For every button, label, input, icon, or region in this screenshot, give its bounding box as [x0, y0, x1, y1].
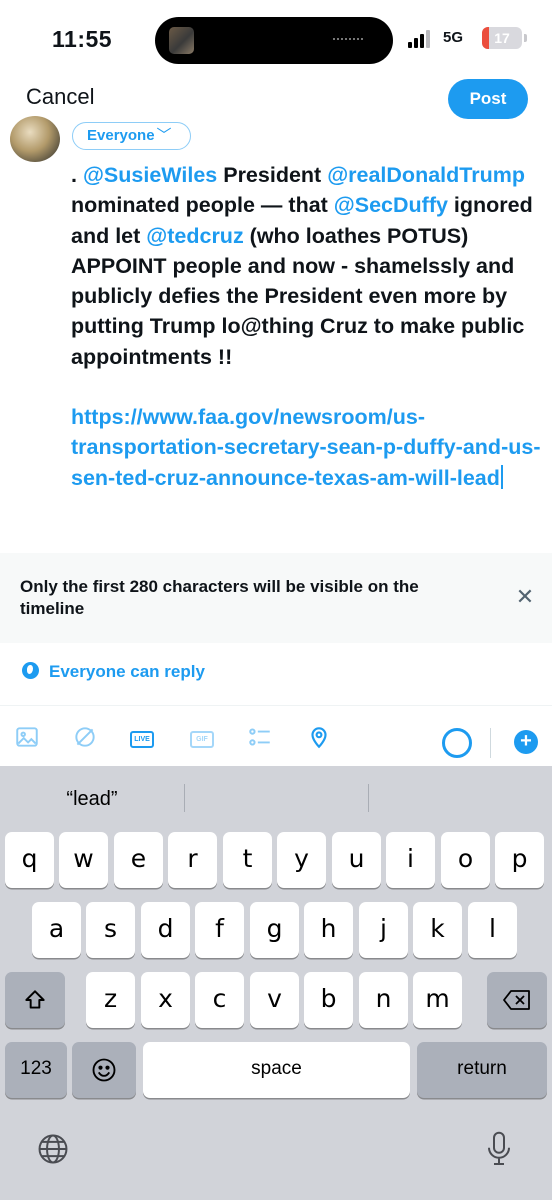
keyboard: “lead” q w e r t y u i o p a s d f g h j…: [0, 766, 552, 1200]
key-x[interactable]: x: [141, 972, 190, 1028]
key-u[interactable]: u: [332, 832, 381, 888]
key-q[interactable]: q: [5, 832, 54, 888]
backspace-icon: [503, 990, 530, 1010]
compose-toolbar: LIVE GIF +: [0, 706, 552, 766]
grok-icon[interactable]: [72, 724, 98, 750]
shift-key[interactable]: [5, 972, 65, 1028]
key-l[interactable]: l: [468, 902, 517, 958]
audio-wave-icon: [333, 38, 363, 44]
poll-icon[interactable]: [247, 724, 273, 750]
text-cursor: [500, 464, 503, 489]
key-z[interactable]: z: [86, 972, 135, 1028]
key-n[interactable]: n: [359, 972, 408, 1028]
globe-icon[interactable]: [36, 1132, 70, 1166]
key-s[interactable]: s: [86, 902, 135, 958]
key-g[interactable]: g: [250, 902, 299, 958]
suggestion-bar: “lead”: [0, 766, 552, 830]
audience-label: Everyone: [87, 127, 155, 144]
location-icon[interactable]: [306, 724, 332, 750]
now-playing-thumbnail: [169, 27, 194, 54]
live-icon[interactable]: LIVE: [130, 731, 154, 748]
tweet-text-area[interactable]: . @SusieWiles President @realDonaldTrump…: [71, 160, 541, 493]
close-icon[interactable]: ✕: [512, 584, 538, 610]
reply-setting-label: Everyone can reply: [49, 662, 205, 681]
key-w[interactable]: w: [59, 832, 108, 888]
shift-icon: [25, 990, 45, 1009]
suggestion-item[interactable]: “lead”: [0, 788, 184, 811]
key-m[interactable]: m: [413, 972, 462, 1028]
battery-icon: 17: [482, 27, 522, 49]
key-v[interactable]: v: [250, 972, 299, 1028]
gif-icon[interactable]: GIF: [190, 731, 214, 748]
emoji-key[interactable]: [72, 1042, 136, 1098]
audience-selector[interactable]: Everyone ﹀: [72, 122, 191, 150]
key-d[interactable]: d: [141, 902, 190, 958]
microphone-icon[interactable]: [484, 1130, 514, 1168]
globe-icon: [22, 662, 39, 679]
dynamic-island[interactable]: [155, 17, 393, 64]
key-a[interactable]: a: [32, 902, 81, 958]
emoji-icon: [92, 1058, 116, 1082]
avatar[interactable]: [10, 116, 60, 162]
key-b[interactable]: b: [304, 972, 353, 1028]
key-y[interactable]: y: [277, 832, 326, 888]
tweet-text-segment: President: [217, 163, 328, 187]
character-limit-notice: Only the first 280 characters will be vi…: [0, 553, 552, 643]
numbers-key[interactable]: 123: [5, 1042, 67, 1098]
key-t[interactable]: t: [223, 832, 272, 888]
tweet-text-segment: .: [71, 163, 83, 187]
mention-secduffy[interactable]: @SecDuffy: [334, 193, 448, 217]
post-button[interactable]: Post: [448, 79, 528, 119]
key-f[interactable]: f: [195, 902, 244, 958]
status-bar: 11:55 5G 17: [0, 0, 552, 80]
mention-susiewiles[interactable]: @SusieWiles: [83, 163, 217, 187]
tweet-link-text: https://www.faa.gov/newsroom/us-transpor…: [71, 405, 541, 490]
status-time: 11:55: [52, 26, 113, 52]
mention-realdonaldtrump[interactable]: @realDonaldTrump: [327, 163, 525, 187]
add-post-button[interactable]: +: [514, 730, 538, 754]
image-icon[interactable]: [14, 724, 40, 750]
battery-level: 17: [494, 30, 510, 46]
key-k[interactable]: k: [413, 902, 462, 958]
cellular-signal-icon: [408, 30, 434, 48]
key-i[interactable]: i: [386, 832, 435, 888]
network-type: 5G: [443, 29, 464, 46]
mention-tedcruz[interactable]: @tedcruz: [146, 224, 243, 248]
character-count-ring: [442, 728, 472, 758]
key-r[interactable]: r: [168, 832, 217, 888]
return-key[interactable]: return: [417, 1042, 547, 1098]
key-o[interactable]: o: [441, 832, 490, 888]
key-j[interactable]: j: [359, 902, 408, 958]
toolbar-separator: [490, 728, 491, 758]
delete-key[interactable]: [487, 972, 547, 1028]
cancel-button[interactable]: Cancel: [26, 84, 94, 110]
key-e[interactable]: e: [114, 832, 163, 888]
chevron-down-icon: ﹀: [156, 127, 172, 144]
key-p[interactable]: p: [495, 832, 544, 888]
tweet-text-segment: nominated people — that: [71, 193, 334, 218]
tweet-link[interactable]: https://www.faa.gov/newsroom/us-transpor…: [71, 402, 541, 493]
notice-text: Only the first 280 characters will be vi…: [20, 577, 419, 618]
key-c[interactable]: c: [195, 972, 244, 1028]
space-key[interactable]: space: [143, 1042, 410, 1098]
reply-setting-button[interactable]: Everyone can reply: [22, 662, 205, 682]
battery-cap: [524, 34, 527, 42]
key-h[interactable]: h: [304, 902, 353, 958]
